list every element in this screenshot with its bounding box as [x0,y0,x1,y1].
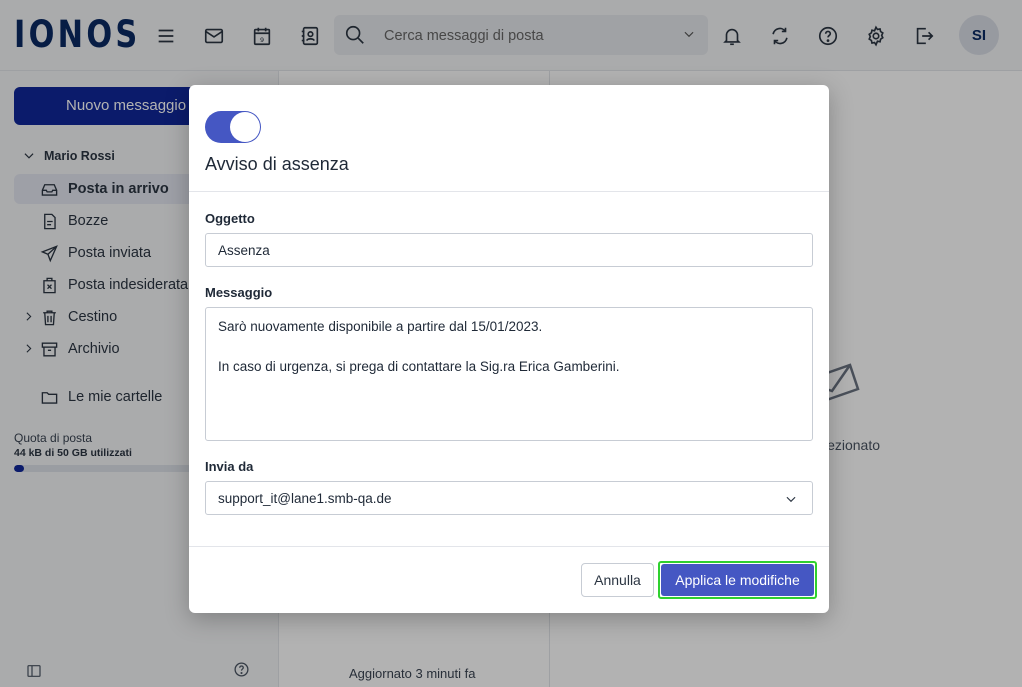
sender-select[interactable]: support_it@lane1.smb-qa.de [205,481,813,515]
apply-button-highlight: Applica le modifiche [658,561,817,599]
sender-label: Invia da [205,459,254,474]
out-of-office-dialog: Avviso di assenza Oggetto Messaggio Sarò… [189,85,829,613]
divider [189,546,829,547]
message-textarea[interactable]: Sarò nuovamente disponibile a partire da… [205,307,813,441]
subject-label: Oggetto [205,211,255,226]
dialog-title: Avviso di assenza [205,154,349,174]
cancel-button[interactable]: Annulla [581,563,654,597]
mail-app: IONOS 9 SI [0,0,1022,687]
toggle-knob [230,112,260,142]
chevron-down-icon [786,496,796,503]
message-label: Messaggio [205,285,273,300]
out-of-office-toggle[interactable] [205,111,261,143]
subject-input[interactable] [205,233,813,267]
divider [189,191,829,192]
sender-value: support_it@lane1.smb-qa.de [218,490,392,506]
apply-changes-button[interactable]: Applica le modifiche [661,564,814,596]
